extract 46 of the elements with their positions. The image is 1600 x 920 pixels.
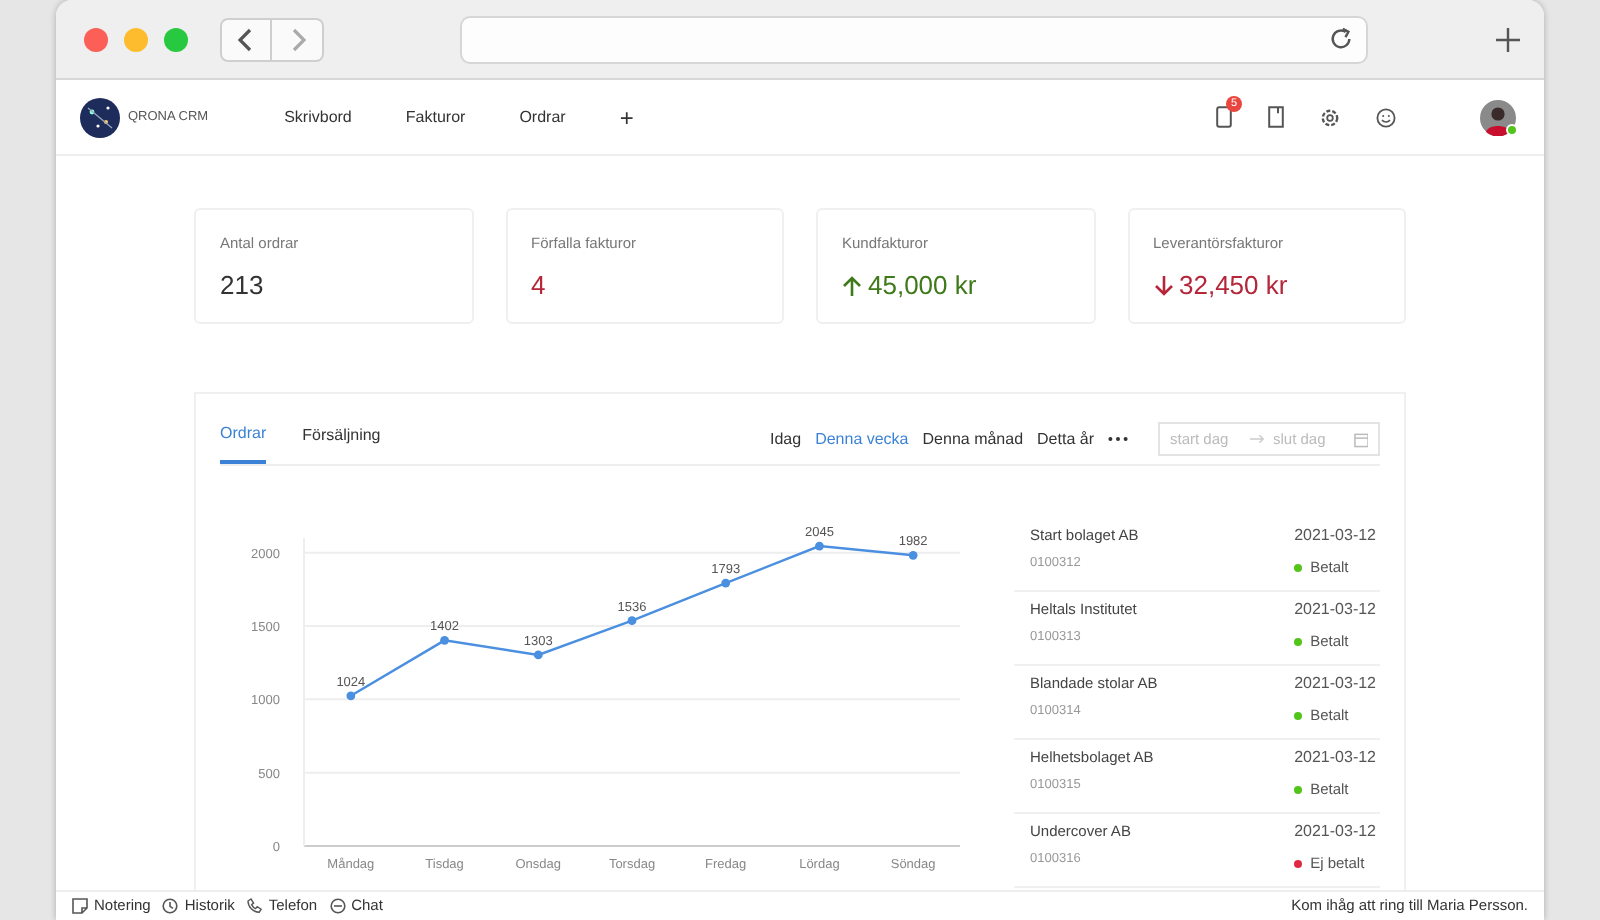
order-date: 2021-03-12: [1294, 524, 1376, 548]
order-date: 2021-03-12: [1294, 820, 1376, 844]
nav-link[interactable]: Skrivbord: [284, 105, 352, 129]
chevron-right-icon: [289, 27, 305, 51]
nav-link[interactable]: Fakturor: [405, 105, 466, 129]
period-link[interactable]: Idag: [769, 427, 802, 451]
add-link[interactable]: +: [619, 99, 634, 135]
logo-icon: [80, 97, 120, 137]
order-date: 2021-03-12: [1294, 746, 1376, 770]
arrow-icon: [1250, 434, 1265, 444]
clock-icon: [162, 898, 179, 914]
new-tab-icon[interactable]: [1496, 27, 1520, 51]
data-point: [721, 578, 731, 588]
settings-icon[interactable]: [1320, 107, 1340, 127]
calendar-icon: [1353, 431, 1368, 447]
period-link[interactable]: Denna vecka: [815, 427, 909, 451]
data-point: [440, 635, 449, 645]
up-arrow-icon: [842, 275, 862, 297]
tab[interactable]: Ordrar: [220, 414, 267, 464]
close-button[interactable]: [84, 27, 108, 51]
avatar[interactable]: [1480, 99, 1516, 135]
data-point: [627, 616, 637, 626]
data-point: [533, 650, 543, 660]
order-date: 2021-03-12: [1294, 598, 1376, 622]
note-icon: [72, 898, 88, 914]
document-icon[interactable]: [1268, 106, 1284, 128]
nav-link[interactable]: Ordrar: [519, 105, 566, 129]
tab[interactable]: Försäljning: [302, 414, 381, 464]
stat-value: 45,000 kr: [868, 268, 977, 305]
down-arrow-icon: [1153, 275, 1173, 297]
data-point: [908, 550, 918, 560]
phone-icon[interactable]: [1216, 106, 1232, 128]
reload-icon[interactable]: [1328, 26, 1354, 52]
period-link[interactable]: Denna månad: [922, 427, 1024, 451]
more-icon[interactable]: [1108, 436, 1128, 442]
data-point: [346, 691, 356, 701]
order-date: 2021-03-12: [1294, 672, 1376, 696]
period-link[interactable]: Detta år: [1037, 427, 1094, 451]
stat-value: 32,450 kr: [1179, 268, 1288, 305]
back-button[interactable]: [220, 17, 272, 61]
smiley-icon[interactable]: [1376, 107, 1396, 127]
phone-icon: [246, 898, 263, 914]
chevron-left-icon: [238, 27, 254, 51]
stat-value: 213: [220, 268, 264, 305]
stat-value: 4: [531, 268, 546, 305]
data-point: [815, 541, 824, 551]
